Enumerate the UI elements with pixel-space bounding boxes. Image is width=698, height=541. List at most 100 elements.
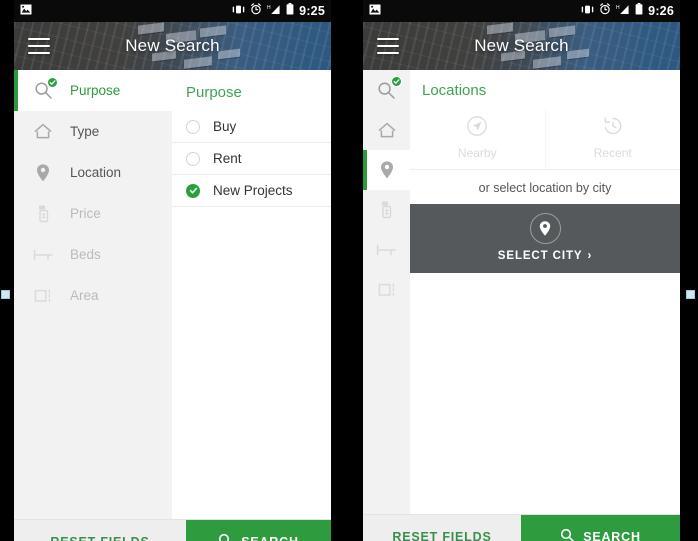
svg-text:H: H [616, 5, 620, 11]
home-icon [32, 121, 54, 143]
pin-icon [32, 162, 54, 184]
signal-icon: H [267, 2, 281, 20]
status-bar-clock: 9:26 [648, 4, 674, 18]
sidebar-item-label: Area [70, 288, 99, 303]
hamburger-menu-icon[interactable] [377, 38, 399, 54]
price-tag-icon [32, 203, 54, 225]
status-bar-left [369, 2, 381, 20]
select-city-row: SELECT CITY › [410, 250, 680, 262]
home-icon [376, 119, 398, 141]
status-bar-clock: 9:25 [299, 4, 325, 18]
hamburger-menu-icon[interactable] [28, 38, 50, 54]
sidebar-item-label: Type [70, 124, 100, 139]
status-bar-left [20, 2, 32, 20]
sidebar-item-label: Beds [70, 247, 101, 262]
screen-body: Locations Nearby Recent or select locati… [363, 70, 680, 514]
radio-button[interactable] [186, 151, 200, 166]
sidebar-item-label: Price [70, 206, 101, 221]
screen-body: Purpose Type Location Price Beds Area Pu… [14, 70, 331, 519]
search-button-label: SEARCH [583, 530, 641, 541]
price-tag-icon [376, 199, 398, 221]
sidebar-item-price: Price [14, 193, 172, 234]
bottom-action-bar: RESET FIELDS SEARCH [14, 520, 331, 541]
pin-icon [376, 159, 398, 181]
search-icon [32, 76, 58, 102]
app-bar: New Search [363, 22, 680, 70]
bed-icon [376, 239, 398, 261]
sidebar-item-label: Purpose [70, 83, 121, 98]
option-label: Rent [213, 151, 242, 166]
sidebar-item-type[interactable] [363, 110, 410, 150]
sidebar-item-location[interactable] [363, 150, 410, 190]
option-label: New Projects [213, 183, 293, 198]
search-button[interactable]: SEARCH [186, 520, 331, 541]
reset-fields-button[interactable]: RESET FIELDS [14, 520, 186, 541]
sidebar-item-area: Area [14, 275, 172, 316]
step-complete-badge [47, 76, 58, 88]
vibrate-icon [232, 2, 245, 20]
battery-icon [635, 2, 643, 20]
status-bar: H 9:26 [363, 0, 680, 22]
search-icon [376, 76, 402, 101]
right-edge-drag-handle[interactable] [686, 290, 695, 299]
image-icon [20, 2, 32, 20]
sidebar-item-purpose[interactable]: Purpose [14, 70, 172, 111]
sidebar-item-beds [363, 230, 410, 270]
search-icon [218, 533, 233, 541]
bottom-action-bar: RESET FIELDS SEARCH [363, 515, 680, 541]
option-new-projects[interactable]: New Projects [172, 175, 331, 207]
image-icon [369, 2, 381, 20]
sidebar-item-area [363, 270, 410, 310]
search-icon [560, 528, 575, 541]
search-button-label: SEARCH [241, 535, 299, 541]
alarm-icon [599, 2, 611, 20]
app-bar: New Search [14, 22, 331, 70]
page-title: New Search [125, 36, 220, 55]
purpose-panel: Purpose Buy Rent New Projects [172, 70, 331, 519]
select-city-label: SELECT CITY [497, 250, 583, 262]
recent-label: Recent [593, 146, 632, 160]
select-city-button[interactable]: SELECT CITY › [410, 204, 680, 273]
search-button[interactable]: SEARCH [521, 515, 680, 541]
reset-fields-button[interactable]: RESET FIELDS [363, 515, 521, 541]
option-rent[interactable]: Rent [172, 143, 331, 175]
phone-screen-locations: H 9:26 New Search Locations Nearby Recen… [363, 0, 680, 541]
sidebar-item-purpose[interactable] [363, 70, 410, 110]
sidebar-item-price [363, 190, 410, 230]
navigation-arrow-icon [466, 115, 488, 142]
left-edge-drag-handle[interactable] [1, 290, 10, 299]
chevron-right-icon: › [587, 250, 593, 262]
step-sidebar: Purpose Type Location Price Beds Area [14, 70, 172, 519]
sidebar-item-type[interactable]: Type [14, 111, 172, 152]
sidebar-item-location[interactable]: Location [14, 152, 172, 193]
bed-icon [32, 244, 54, 266]
sidebar-item-label: Location [70, 165, 122, 180]
page-title: New Search [474, 36, 569, 55]
area-icon [376, 279, 398, 301]
status-bar-right: H 9:26 [581, 2, 674, 20]
dual-phone-screenshot: H 9:25 New Search Purpose Type Location … [0, 0, 698, 541]
radio-button[interactable] [186, 119, 200, 134]
recent-button[interactable]: Recent [544, 109, 681, 169]
radio-button-selected[interactable] [186, 183, 200, 198]
option-buy[interactable]: Buy [172, 111, 331, 143]
nearby-button[interactable]: Nearby [410, 109, 545, 169]
step-sidebar [363, 70, 410, 514]
history-clock-icon [602, 115, 624, 142]
signal-icon: H [616, 2, 630, 20]
quick-actions-row: Nearby Recent [410, 109, 680, 170]
phone-screen-purpose: H 9:25 New Search Purpose Type Location … [14, 0, 331, 541]
nearby-label: Nearby [457, 146, 497, 160]
locations-panel: Locations Nearby Recent or select locati… [410, 70, 680, 514]
panel-title: Locations [422, 82, 487, 99]
step-complete-badge [390, 76, 402, 87]
sidebar-item-beds: Beds [14, 234, 172, 275]
svg-text:H: H [267, 5, 271, 11]
panel-title: Purpose [186, 84, 242, 101]
option-label: Buy [213, 119, 237, 134]
status-bar-right: H 9:25 [232, 2, 325, 20]
select-by-city-hint: or select location by city [478, 181, 612, 195]
status-bar: H 9:25 [14, 0, 331, 22]
area-icon [32, 285, 54, 307]
pin-icon [529, 213, 561, 244]
